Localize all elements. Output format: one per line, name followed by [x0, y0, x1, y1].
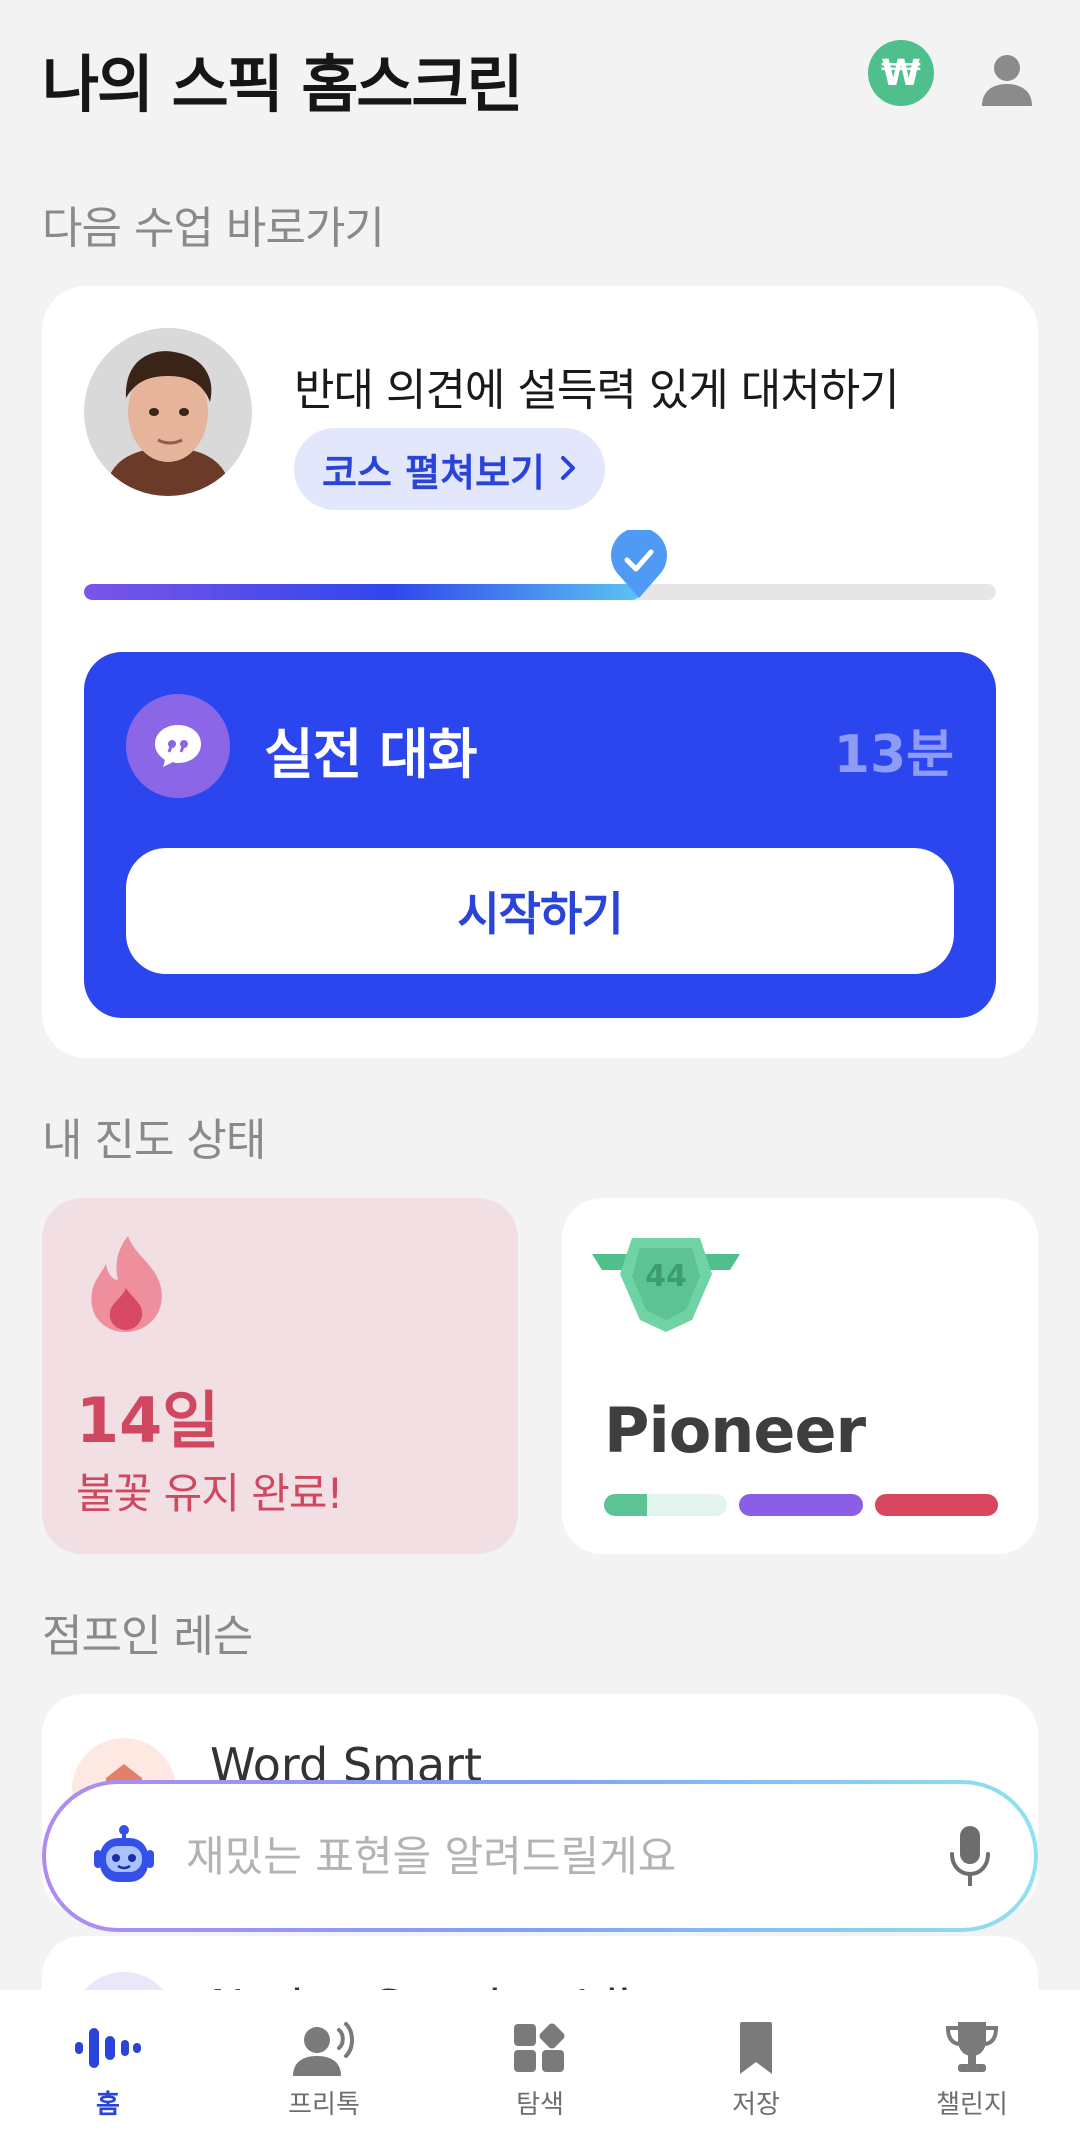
- free-talk-icon: [289, 2020, 359, 2076]
- start-lesson-button[interactable]: 시작하기: [126, 848, 954, 974]
- chevron-right-icon: [559, 447, 577, 491]
- profile-icon[interactable]: [978, 50, 1036, 108]
- nav-label: 저장: [732, 2090, 780, 2120]
- microphone-icon[interactable]: [946, 1824, 994, 1890]
- ai-assistant-bar[interactable]: [42, 1780, 1038, 1932]
- level-bar-red: [874, 1494, 998, 1516]
- flame-icon: [84, 1234, 170, 1334]
- level-badge-icon: 44: [592, 1234, 740, 1336]
- nav-item-challenge[interactable]: 챌린지: [864, 1990, 1080, 2136]
- progress-check-icon: [610, 527, 668, 600]
- trophy-icon: [937, 2020, 1007, 2076]
- nav-item-free-talk[interactable]: 프리톡: [216, 1990, 432, 2136]
- session-panel: 실전 대화 13분 시작하기: [84, 652, 996, 1018]
- streak-message: 불꽃 유지 완료!: [76, 1469, 343, 1518]
- tutor-avatar: [84, 328, 252, 496]
- course-expand-button[interactable]: 코스 펼쳐보기: [294, 428, 605, 510]
- streak-days: 14일: [76, 1384, 220, 1457]
- course-progress-bar: [84, 584, 996, 600]
- level-card[interactable]: 44 Pioneer: [562, 1198, 1038, 1554]
- lesson-title: 반대 의견에 설득력 있게 대처하기: [294, 365, 900, 416]
- streak-card[interactable]: 14일 불꽃 유지 완료!: [42, 1198, 518, 1554]
- quote-bubble-icon: [126, 694, 230, 798]
- nav-item-saved[interactable]: 저장: [648, 1990, 864, 2136]
- nav-label: 프리톡: [288, 2090, 360, 2120]
- nav-label: 챌린지: [936, 2090, 1008, 2120]
- level-badge-number: 44: [645, 1259, 687, 1294]
- ai-chat-input[interactable]: [186, 1828, 886, 1884]
- session-duration: 13분: [833, 725, 954, 785]
- course-progress-fill: [84, 584, 641, 600]
- section-title-next-lesson: 다음 수업 바로가기: [42, 203, 385, 254]
- robot-icon: [90, 1824, 158, 1888]
- won-icon[interactable]: ₩: [868, 40, 934, 106]
- level-bar-green: [604, 1494, 728, 1516]
- next-lesson-card: 반대 의견에 설득력 있게 대처하기 코스 펼쳐보기 실전 대화 13분 시작하…: [42, 286, 1038, 1058]
- section-title-jump-in: 점프인 레슨: [42, 1611, 253, 1662]
- session-type-label: 실전 대화: [264, 723, 478, 786]
- level-progress-bars: [604, 1494, 998, 1516]
- page-title: 나의 스픽 홈스크린: [42, 48, 523, 121]
- bottom-navigation: 홈 프리톡 탐색 저장 챌린지: [0, 1990, 1080, 2136]
- level-name: Pioneer: [604, 1394, 866, 1467]
- nav-label: 탐색: [516, 2090, 564, 2120]
- section-title-progress: 내 진도 상태: [42, 1115, 266, 1166]
- nav-item-explore[interactable]: 탐색: [432, 1990, 648, 2136]
- bookmark-icon: [721, 2020, 791, 2076]
- nav-label: 홈: [96, 2090, 120, 2120]
- home-wave-icon: [73, 2020, 143, 2076]
- level-bar-purple: [739, 1494, 863, 1516]
- nav-item-home[interactable]: 홈: [0, 1990, 216, 2136]
- explore-icon: [505, 2020, 575, 2076]
- course-expand-label: 코스 펼쳐보기: [322, 450, 545, 495]
